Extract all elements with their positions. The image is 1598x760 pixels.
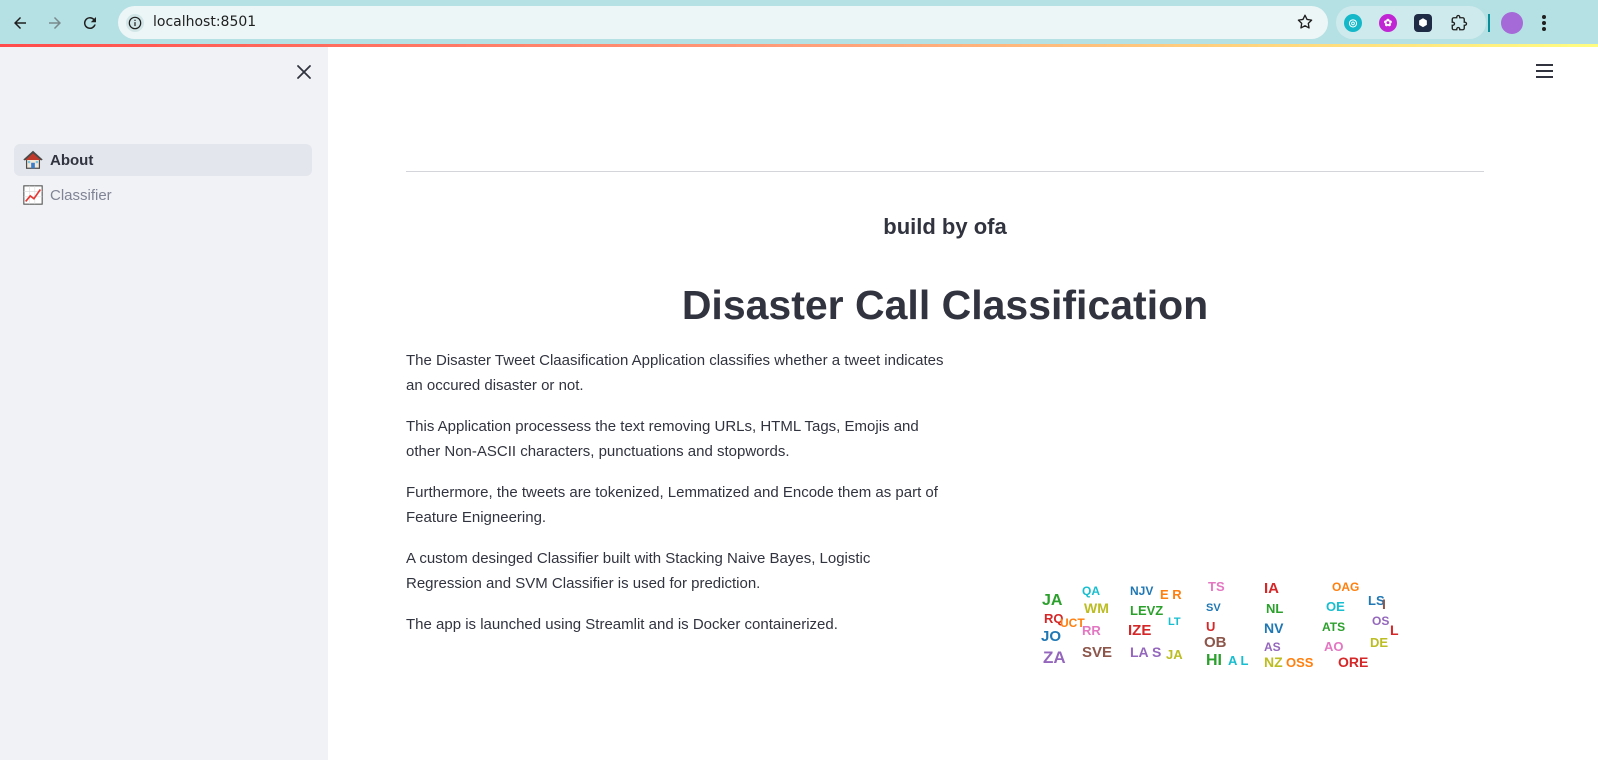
svg-text:TS: TS — [1208, 579, 1225, 594]
address-bar[interactable]: localhost:8501 — [118, 6, 1328, 39]
svg-text:AS: AS — [1264, 640, 1281, 654]
svg-text:OAG: OAG — [1332, 580, 1359, 594]
svg-text:NL: NL — [1266, 601, 1283, 616]
bookmark-star-icon[interactable] — [1296, 13, 1314, 31]
svg-text:NZ: NZ — [1264, 654, 1283, 670]
svg-text:OS: OS — [1372, 614, 1389, 628]
paragraph: The Disaster Tweet Claasification Applic… — [406, 352, 944, 394]
svg-text:AO: AO — [1324, 639, 1344, 654]
puzzle-icon[interactable] — [1450, 14, 1468, 32]
sidebar-item-label: Classifier — [50, 186, 112, 204]
svg-text:RR: RR — [1082, 623, 1101, 638]
site-info-icon[interactable] — [126, 14, 144, 32]
divider — [406, 171, 1484, 172]
sidebar-item-classifier[interactable]: Classifier — [14, 179, 312, 211]
close-sidebar-icon[interactable] — [294, 62, 314, 82]
paragraph: This Application processess the text rem… — [406, 418, 919, 460]
svg-text:OE: OE — [1326, 599, 1345, 614]
sidebar-item-about[interactable]: About — [14, 144, 312, 176]
svg-text:WM: WM — [1084, 600, 1109, 616]
svg-text:IA: IA — [1264, 580, 1279, 597]
svg-text:NV: NV — [1264, 620, 1284, 636]
svg-text:LEVZ: LEVZ — [1130, 603, 1163, 618]
svg-text:A L: A L — [1228, 653, 1249, 668]
back-button[interactable] — [8, 11, 32, 35]
extensions-area: ◎ ✿ ⬢ — [1336, 6, 1486, 39]
svg-text:OB: OB — [1204, 634, 1227, 651]
svg-text:LT: LT — [1168, 616, 1181, 628]
svg-text:QA: QA — [1082, 584, 1100, 598]
chart-increasing-icon — [23, 185, 43, 205]
browser-menu-icon[interactable] — [1538, 12, 1550, 34]
svg-text:ORE: ORE — [1338, 654, 1368, 670]
main-menu-icon[interactable] — [1536, 64, 1553, 78]
svg-text:SV: SV — [1206, 602, 1221, 614]
svg-text:SVE: SVE — [1082, 644, 1112, 661]
about-text: The Disaster Tweet Claasification Applic… — [406, 348, 946, 653]
paragraph: The app is launched using Streamlit and … — [406, 616, 838, 633]
svg-text:I: I — [1382, 596, 1386, 612]
svg-text:JO: JO — [1041, 628, 1061, 645]
svg-text:LA S: LA S — [1130, 644, 1161, 660]
svg-text:ATS: ATS — [1322, 620, 1345, 634]
reload-button[interactable] — [78, 11, 102, 35]
sidebar: About Classifier — [0, 47, 328, 760]
svg-text:DE: DE — [1370, 635, 1388, 650]
page-title: Disaster Call Classification — [681, 282, 1209, 328]
reload-icon — [83, 17, 96, 30]
forward-button[interactable] — [43, 11, 67, 35]
arrow-right-icon — [49, 17, 61, 29]
extension-1-icon[interactable]: ◎ — [1344, 14, 1362, 32]
extension-2-icon[interactable]: ✿ — [1379, 14, 1397, 32]
hello-wordcloud-image: JA RQ JO ZA UCT QA WM RR SVE NJV LEVZ IZ… — [1041, 579, 1399, 670]
toolbar-divider — [1488, 14, 1490, 32]
svg-text:ZA: ZA — [1043, 648, 1066, 667]
svg-text:NJV: NJV — [1130, 584, 1153, 598]
sidebar-item-label: About — [50, 151, 94, 169]
url-text[interactable]: localhost:8501 — [153, 14, 256, 30]
svg-text:E R: E R — [1160, 587, 1182, 602]
svg-text:IZE: IZE — [1128, 622, 1151, 639]
svg-text:U: U — [1206, 619, 1215, 634]
paragraph: Furthermore, the tweets are tokenized, L… — [406, 484, 938, 526]
profile-avatar[interactable] — [1501, 12, 1523, 34]
svg-text:HI: HI — [1206, 652, 1222, 669]
paragraph: A custom desinged Classifier built with … — [406, 550, 871, 592]
house-icon — [23, 150, 43, 169]
svg-text:L: L — [1390, 622, 1399, 638]
svg-text:JA: JA — [1042, 592, 1063, 609]
browser-toolbar: localhost:8501 ◎ ✿ ⬢ — [0, 0, 1598, 46]
svg-text:JA: JA — [1166, 647, 1183, 662]
extension-3-icon[interactable]: ⬢ — [1414, 14, 1432, 32]
page-subtitle: build by ofa — [883, 214, 1007, 239]
svg-text:OSS: OSS — [1286, 655, 1314, 670]
arrow-left-icon — [14, 17, 26, 29]
